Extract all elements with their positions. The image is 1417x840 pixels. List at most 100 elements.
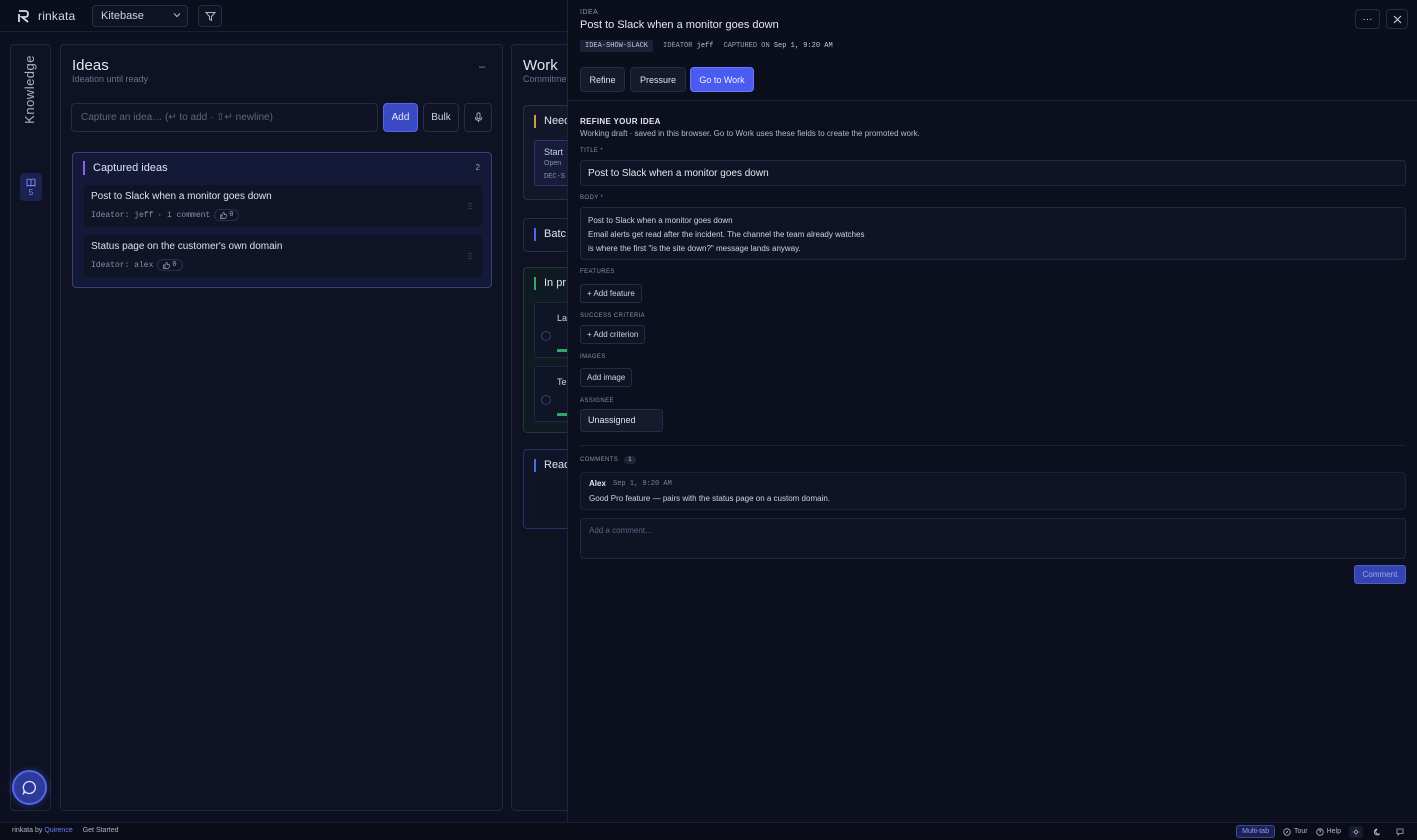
more-options-button[interactable]: ··· (1355, 9, 1380, 29)
vote-count: 0 (229, 211, 234, 219)
microphone-icon (474, 112, 482, 123)
get-started-link[interactable]: Get Started (83, 827, 119, 834)
idea-ideator: Ideator: jeff (91, 210, 154, 220)
comment-author: Alex (589, 479, 606, 488)
expand-icon[interactable] (541, 395, 551, 405)
drag-handle-icon[interactable] (468, 252, 472, 260)
app-logo[interactable]: rinkata (18, 9, 75, 23)
filter-button[interactable] (198, 5, 222, 27)
idea-tag: IDEA-SHOW-SLACK (580, 40, 654, 52)
work-card-code: DEC-S (544, 173, 566, 181)
workspace-select[interactable]: Kitebase (92, 5, 188, 27)
knowledge-count: 5 (28, 187, 34, 197)
add-feature-button[interactable]: + Add feature (580, 284, 642, 303)
help-label: Help (1326, 828, 1341, 835)
close-icon (1393, 15, 1401, 23)
captured-label: CAPTURED ON (723, 42, 770, 50)
ideator-label: IDEATOR (663, 42, 693, 50)
ideator-value: jeff (696, 42, 714, 50)
quirence-link[interactable]: Quirence (44, 827, 72, 834)
drawer-header: IDEA Post to Slack when a monitor goes d… (568, 0, 1417, 101)
vote-button[interactable]: 0 (157, 259, 183, 271)
tab-refine[interactable]: Refine (580, 67, 625, 92)
idea-card[interactable]: Status page on the customer's own domain… (84, 235, 482, 277)
knowledge-button[interactable]: 5 (20, 173, 42, 201)
add-idea-button[interactable]: Add (383, 103, 418, 132)
idea-card[interactable]: Post to Slack when a monitor goes down I… (84, 185, 482, 227)
app-name: rinkata (38, 9, 76, 23)
book-icon (26, 178, 36, 187)
body-line: Email alerts get read after the incident… (588, 230, 865, 239)
help-icon (1315, 827, 1324, 836)
body-line: is where the first "is the site down?" m… (588, 244, 801, 253)
idea-title: Post to Slack when a monitor goes down (91, 191, 272, 202)
work-card-title: La (557, 313, 568, 323)
ideas-subtitle: Ideation until ready (72, 74, 149, 84)
bulk-add-button[interactable]: Bulk (423, 103, 459, 132)
drag-handle-icon[interactable] (468, 202, 472, 210)
close-drawer-button[interactable] (1386, 9, 1408, 29)
add-criterion-button[interactable]: + Add criterion (580, 325, 646, 344)
tour-label: Tour (1293, 828, 1308, 835)
work-card-title: Te (557, 377, 567, 387)
work-section-label: Read (534, 459, 570, 472)
density-toggle[interactable] (1349, 825, 1363, 838)
multi-tab-toggle[interactable]: Multi-tab (1236, 825, 1275, 838)
assignee-select[interactable]: Unassigned (580, 409, 663, 432)
comment-textarea[interactable]: Add a comment… (580, 518, 1406, 559)
assignee-label: ASSIGNEE (580, 398, 614, 404)
knowledge-rail-label[interactable]: Knowledge (22, 55, 37, 124)
voice-input-button[interactable] (464, 103, 492, 132)
comment-item: Alex Sep 1, 9:20 AM Good Pro feature — p… (580, 472, 1406, 510)
captured-value: Sep 1, 9:20 AM (773, 42, 833, 50)
idea-meta: Ideator: alex 0 (91, 259, 183, 271)
collapse-ideas-button[interactable]: – (472, 61, 492, 77)
ideator-meta: IDEATOR jeff (663, 42, 713, 50)
rinkata-logo-icon (18, 9, 29, 23)
captured-ideas-title: Captured ideas (83, 161, 168, 175)
title-label: TITLE * (580, 148, 604, 154)
chat-bubble-icon (22, 780, 37, 795)
idea-meta: Ideator: jeff · 1 comment 0 (91, 209, 240, 221)
theme-toggle[interactable] (1371, 826, 1385, 838)
chat-button[interactable] (12, 770, 47, 805)
vote-button[interactable]: 0 (214, 209, 240, 221)
comments-label: COMMENTS (580, 457, 619, 463)
work-card-title: Start (544, 147, 564, 157)
idea-detail-drawer: IDEA Post to Slack when a monitor goes d… (567, 0, 1417, 822)
refine-section-title: REFINE YOUR IDEA (580, 117, 661, 126)
add-image-button[interactable]: Add image (580, 368, 633, 387)
refine-section-subtitle: Working draft · saved in this browser. G… (580, 129, 920, 138)
sun-icon (1352, 828, 1360, 835)
tab-go-to-work[interactable]: Go to Work (690, 67, 754, 92)
success-criteria-label: SUCCESS CRITERIA (580, 313, 646, 319)
comment-submit-button[interactable]: Comment (1354, 565, 1406, 584)
work-section-label: Batc (534, 228, 566, 241)
tour-button[interactable]: Tour (1283, 827, 1308, 836)
ideas-panel: Ideas Ideation until ready – Capture an … (60, 44, 503, 811)
capture-idea-input[interactable]: Capture an idea… (↵ to add · ⇧↵ newline) (71, 103, 378, 132)
help-button[interactable]: Help (1315, 827, 1341, 836)
body-textarea[interactable]: Post to Slack when a monitor goes down E… (580, 207, 1406, 260)
workspace-name: Kitebase (101, 10, 144, 22)
work-title: Work (523, 57, 558, 74)
comments-header: COMMENTS 1 (580, 456, 636, 464)
message-icon (1396, 828, 1404, 836)
expand-icon[interactable] (541, 331, 551, 341)
comment-text: Good Pro feature — pairs with the status… (589, 494, 831, 503)
tab-pressure[interactable]: Pressure (630, 67, 686, 92)
ideas-title: Ideas (72, 57, 109, 74)
work-section-label: In pr (534, 277, 566, 290)
captured-meta: CAPTURED ON Sep 1, 9:20 AM (723, 42, 832, 50)
filter-icon (204, 11, 216, 21)
comment-time: Sep 1, 9:20 AM (613, 480, 672, 488)
chevron-down-icon (173, 13, 181, 18)
features-label: FEATURES (580, 269, 615, 275)
title-input[interactable]: Post to Slack when a monitor goes down (580, 160, 1406, 186)
idea-title: Status page on the customer's own domain (91, 241, 283, 252)
comments-count-badge: 1 (624, 456, 636, 464)
feedback-button[interactable] (1393, 826, 1407, 838)
drawer-meta: IDEA-SHOW-SLACK IDEATOR jeff CAPTURED ON… (580, 40, 833, 52)
idea-ideator: Ideator: alex (91, 260, 154, 270)
status-bar: rinkata by Quirence Get Started Multi-ta… (0, 822, 1417, 840)
